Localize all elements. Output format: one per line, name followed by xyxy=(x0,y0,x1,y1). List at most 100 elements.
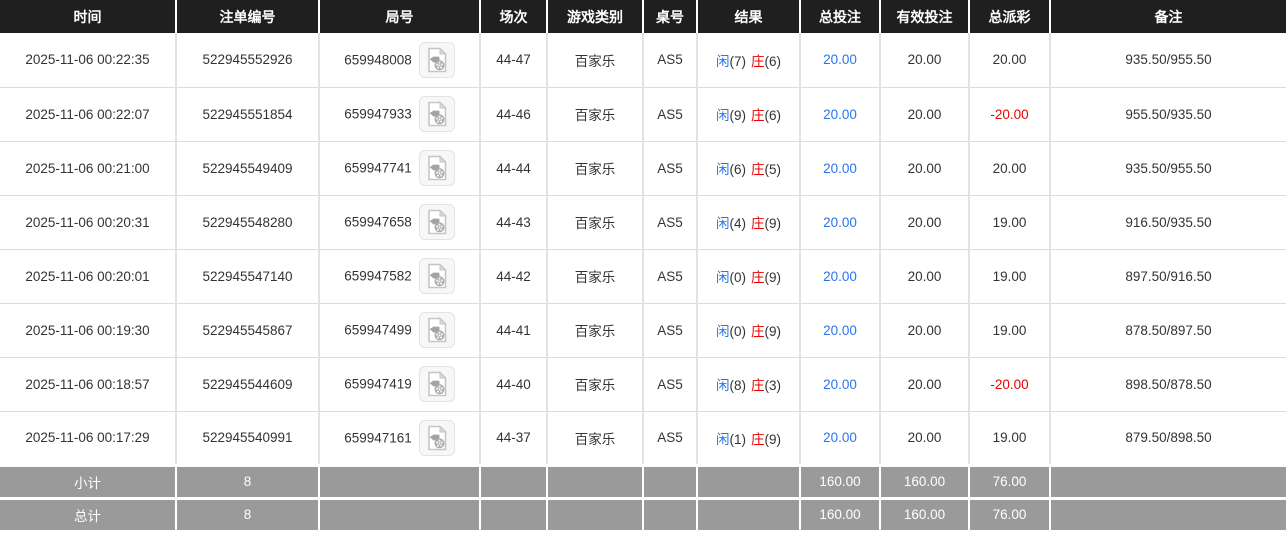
video-replay-button[interactable] xyxy=(418,96,455,132)
result-player-label: 闲 xyxy=(716,216,730,231)
video-replay-button[interactable] xyxy=(418,312,455,348)
result-player-label: 闲 xyxy=(716,108,730,123)
result-player-score: (7) xyxy=(729,53,747,69)
cell-total-bet: 20.00 xyxy=(800,195,881,250)
cell-game-type: 百家乐 xyxy=(547,303,644,358)
table-row: 2025-11-06 00:19:30 522945545867 6599474… xyxy=(0,303,1286,358)
cell-session: 44-44 xyxy=(480,141,548,196)
subtotal-empty-table-no xyxy=(643,463,698,498)
col-header-table-no: 桌号 xyxy=(643,0,698,33)
cell-round-id: 659947499 xyxy=(319,303,481,358)
result-banker-score: (6) xyxy=(764,53,782,69)
cell-round-id: 659947933 xyxy=(319,87,481,142)
col-header-result: 结果 xyxy=(697,0,801,33)
subtotal-empty-result xyxy=(697,463,801,498)
result-player-score: (1) xyxy=(729,431,747,447)
cell-valid-bet: 20.00 xyxy=(880,357,970,412)
cell-game-type: 百家乐 xyxy=(547,357,644,412)
cell-payout: 19.00 xyxy=(969,249,1051,304)
cell-bet-id: 522945547140 xyxy=(176,249,320,304)
table-row: 2025-11-06 00:22:07 522945551854 6599479… xyxy=(0,87,1286,142)
result-banker-score: (9) xyxy=(764,216,782,231)
cell-bet-id: 522945540991 xyxy=(176,411,320,466)
result-player-label: 闲 xyxy=(716,53,730,69)
video-file-icon xyxy=(427,209,447,235)
result-banker-score: (9) xyxy=(764,431,782,447)
col-header-total-bet: 总投注 xyxy=(800,0,881,33)
cell-time: 2025-11-06 00:19:30 xyxy=(0,303,177,358)
subtotal-empty-game-type xyxy=(547,463,644,498)
cell-valid-bet: 20.00 xyxy=(880,303,970,358)
result-player-score: (8) xyxy=(729,378,747,393)
cell-time: 2025-11-06 00:21:00 xyxy=(0,141,177,196)
cell-game-type: 百家乐 xyxy=(547,195,644,250)
col-header-round-id: 局号 xyxy=(319,0,481,33)
video-file-icon xyxy=(427,155,447,181)
video-file-icon xyxy=(427,47,447,73)
cell-remark: 897.50/916.50 xyxy=(1050,249,1286,304)
cell-valid-bet: 20.00 xyxy=(880,141,970,196)
cell-bet-id: 522945552926 xyxy=(176,33,320,88)
cell-valid-bet: 20.00 xyxy=(880,411,970,466)
round-number: 659947741 xyxy=(344,160,412,176)
subtotal-empty-session xyxy=(480,463,548,498)
subtotal-row: 小计 8 160.00 160.00 76.00 xyxy=(0,463,1286,498)
cell-session: 44-40 xyxy=(480,357,548,412)
round-number: 659948008 xyxy=(344,52,412,68)
cell-time: 2025-11-06 00:17:29 xyxy=(0,411,177,466)
result-player-label: 闲 xyxy=(716,431,730,447)
total-total-bet: 160.00 xyxy=(800,496,881,530)
round-number: 659947499 xyxy=(344,322,412,338)
cell-table-no: AS5 xyxy=(643,87,698,142)
cell-total-bet: 20.00 xyxy=(800,411,881,466)
cell-result: 闲(6) 庄(5) xyxy=(697,141,801,196)
cell-time: 2025-11-06 00:18:57 xyxy=(0,357,177,412)
table-row: 2025-11-06 00:20:31 522945548280 6599476… xyxy=(0,195,1286,250)
cell-table-no: AS5 xyxy=(643,33,698,88)
cell-result: 闲(0) 庄(9) xyxy=(697,249,801,304)
video-replay-button[interactable] xyxy=(418,366,455,402)
cell-result: 闲(8) 庄(3) xyxy=(697,357,801,412)
total-empty-round xyxy=(319,496,481,530)
cell-payout: -20.00 xyxy=(969,357,1051,412)
subtotal-empty-round xyxy=(319,463,481,498)
result-banker-label: 庄 xyxy=(751,324,765,339)
cell-bet-id: 522945551854 xyxy=(176,87,320,142)
video-replay-button[interactable] xyxy=(418,204,455,240)
result-banker-score: (9) xyxy=(764,270,782,285)
video-replay-button[interactable] xyxy=(418,41,455,78)
result-player-score: (0) xyxy=(729,270,747,285)
total-empty-game-type xyxy=(547,496,644,530)
cell-round-id: 659947741 xyxy=(319,141,481,196)
result-player-label: 闲 xyxy=(716,270,730,285)
table-row: 2025-11-06 00:17:29 522945540991 6599471… xyxy=(0,411,1286,466)
result-banker-score: (3) xyxy=(764,378,782,393)
result-player-score: (4) xyxy=(729,216,747,231)
cell-remark: 935.50/955.50 xyxy=(1050,141,1286,196)
table-header: 时间 注单编号 局号 场次 游戏类别 桌号 结果 总投注 有效投注 总派彩 备注 xyxy=(0,0,1286,33)
result-banker-label: 庄 xyxy=(751,378,765,393)
cell-table-no: AS5 xyxy=(643,195,698,250)
video-replay-button[interactable] xyxy=(418,150,455,186)
total-empty-remark xyxy=(1050,496,1286,530)
cell-payout: -20.00 xyxy=(969,87,1051,142)
total-empty-result xyxy=(697,496,801,530)
cell-result: 闲(9) 庄(6) xyxy=(697,87,801,142)
cell-result: 闲(1) 庄(9) xyxy=(697,411,801,466)
cell-valid-bet: 20.00 xyxy=(880,249,970,304)
result-banker-label: 庄 xyxy=(751,53,765,69)
video-replay-button[interactable] xyxy=(418,258,455,294)
cell-game-type: 百家乐 xyxy=(547,249,644,304)
round-number: 659947658 xyxy=(344,214,412,230)
cell-game-type: 百家乐 xyxy=(547,33,644,88)
cell-time: 2025-11-06 00:22:07 xyxy=(0,87,177,142)
cell-session: 44-46 xyxy=(480,87,548,142)
video-replay-button[interactable] xyxy=(418,419,455,456)
round-number: 659947161 xyxy=(344,430,412,445)
video-file-icon xyxy=(427,317,447,343)
total-count: 8 xyxy=(176,496,320,530)
subtotal-label: 小计 xyxy=(0,463,177,498)
cell-result: 闲(0) 庄(9) xyxy=(697,303,801,358)
col-header-time: 时间 xyxy=(0,0,177,33)
cell-result: 闲(7) 庄(6) xyxy=(697,33,801,88)
